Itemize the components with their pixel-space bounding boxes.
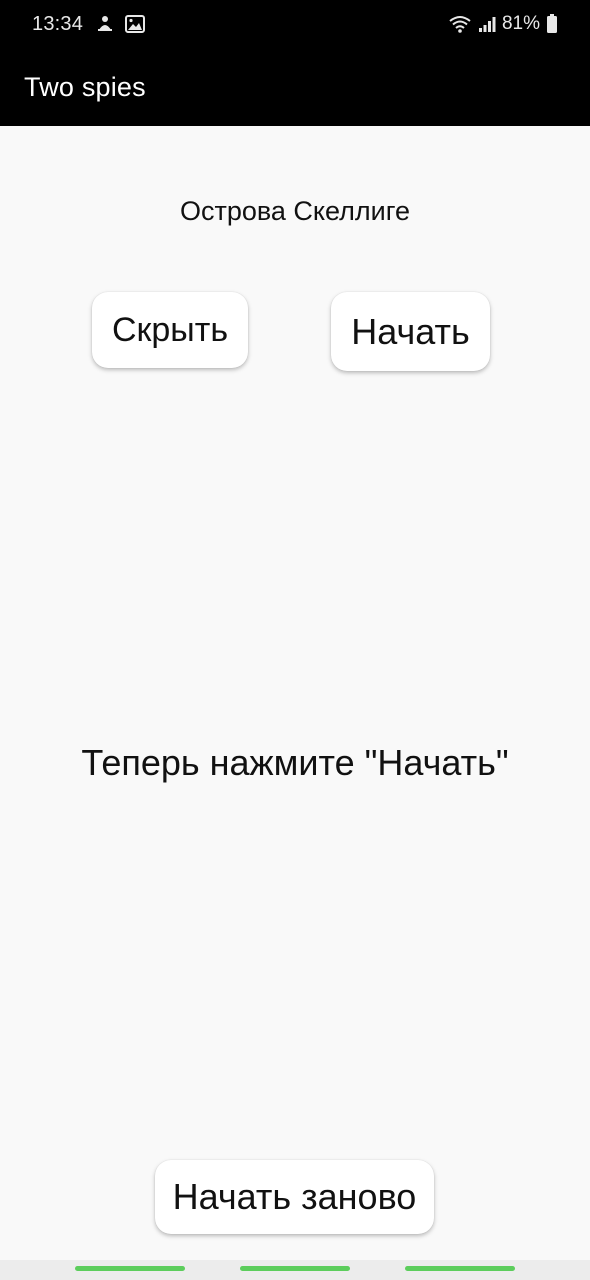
app-screen: 13:34 81% Two spies Острова Скеллиге Скр… [0,0,590,1280]
status-right: 81% [448,13,558,35]
battery-percent: 81% [501,13,540,34]
silent-mode-icon [95,14,115,34]
hide-button[interactable]: Скрыть [92,292,248,368]
battery-icon [546,14,558,34]
status-bar: 13:34 81% [0,0,590,48]
app-bar: Two spies [0,48,590,126]
restart-button[interactable]: Начать заново [155,1160,434,1234]
status-left-icons [95,14,146,34]
nav-recents-indicator[interactable] [75,1266,185,1271]
signal-icon [478,15,496,33]
nav-home-indicator[interactable] [240,1266,350,1271]
start-button[interactable]: Начать [331,292,490,371]
wifi-icon [448,15,472,33]
status-time: 13:34 [32,12,84,35]
image-icon [125,15,146,33]
app-title: Two spies [24,71,146,102]
location-label: Острова Скеллиге [179,196,411,226]
instruction-text: Теперь нажмите "Начать" [81,742,509,783]
nav-back-indicator[interactable] [405,1266,515,1271]
